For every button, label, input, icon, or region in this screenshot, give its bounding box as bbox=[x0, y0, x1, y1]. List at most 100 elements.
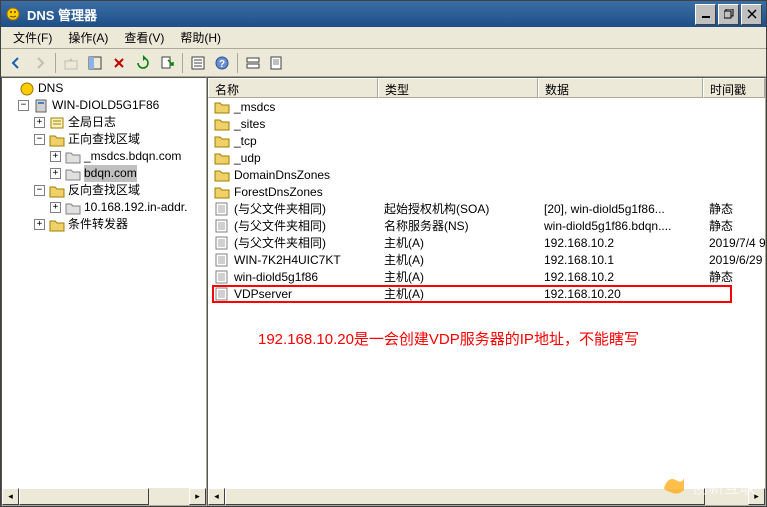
col-data[interactable]: 数据 bbox=[538, 78, 703, 98]
expand-icon[interactable]: + bbox=[34, 117, 45, 128]
cell-data: 192.168.10.1 bbox=[538, 253, 703, 267]
list-row[interactable]: ForestDnsZones bbox=[208, 183, 765, 200]
refresh-button[interactable] bbox=[132, 52, 154, 74]
expand-icon[interactable]: + bbox=[50, 151, 61, 162]
list-row[interactable]: _msdcs bbox=[208, 98, 765, 115]
cell-data: [20], win-diold5g1f86... bbox=[538, 202, 703, 216]
list-row[interactable]: _sites bbox=[208, 115, 765, 132]
restore-button[interactable] bbox=[718, 4, 739, 25]
scroll-left-button[interactable]: ◂ bbox=[2, 488, 19, 505]
cell-name: DomainDnsZones bbox=[208, 167, 378, 183]
list-row[interactable]: (与父文件夹相同)名称服务器(NS)win-diold5g1f86.bdqn..… bbox=[208, 217, 765, 234]
tree-label: 正向查找区域 bbox=[68, 131, 140, 148]
tree-global-log[interactable]: + 全局日志 bbox=[4, 114, 204, 131]
menu-file[interactable]: 文件(F) bbox=[5, 27, 60, 48]
menu-view[interactable]: 查看(V) bbox=[116, 27, 172, 48]
folder-icon bbox=[49, 217, 65, 233]
folder-icon bbox=[49, 183, 65, 199]
delete-button[interactable] bbox=[108, 52, 130, 74]
log-icon bbox=[49, 115, 65, 131]
list-row[interactable]: _tcp bbox=[208, 132, 765, 149]
record-icon bbox=[214, 286, 230, 302]
scroll-thumb[interactable] bbox=[19, 488, 149, 505]
up-button[interactable] bbox=[60, 52, 82, 74]
col-name[interactable]: 名称 bbox=[208, 78, 378, 98]
filter-button[interactable] bbox=[242, 52, 264, 74]
cell-name: (与父文件夹相同) bbox=[208, 200, 378, 217]
record-icon bbox=[214, 269, 230, 285]
scroll-thumb[interactable] bbox=[225, 488, 705, 505]
scroll-right-button[interactable]: ▸ bbox=[189, 488, 206, 505]
tree-label: bdqn.com bbox=[84, 165, 137, 182]
list-row[interactable]: DomainDnsZones bbox=[208, 166, 765, 183]
annotation-text: 192.168.10.20是一会创建VDP服务器的IP地址，不能瞎写 bbox=[258, 328, 639, 349]
tree-label: 反向查找区域 bbox=[68, 182, 140, 199]
tree-msdcs[interactable]: + _msdcs.bdqn.com bbox=[4, 148, 204, 165]
cell-timestamp: 静态 bbox=[703, 200, 765, 217]
find-button[interactable] bbox=[266, 52, 288, 74]
collapse-icon[interactable]: − bbox=[34, 185, 45, 196]
tree-hscrollbar[interactable]: ◂ ▸ bbox=[2, 488, 206, 505]
close-button[interactable] bbox=[741, 4, 762, 25]
expand-icon[interactable]: + bbox=[50, 168, 61, 179]
tree-label: 全局日志 bbox=[68, 114, 116, 131]
show-hide-button[interactable] bbox=[84, 52, 106, 74]
zone-icon bbox=[65, 200, 81, 216]
folder-icon bbox=[214, 99, 230, 115]
expand-icon[interactable]: + bbox=[50, 202, 61, 213]
list-row[interactable]: VDPserver主机(A)192.168.10.20 bbox=[208, 285, 765, 302]
list-panel[interactable]: 名称 类型 数据 时间戳 _msdcs_sites_tcp_udpDomainD… bbox=[207, 77, 766, 506]
tree-bdqn[interactable]: + bdqn.com bbox=[4, 165, 204, 182]
menu-action[interactable]: 操作(A) bbox=[60, 27, 116, 48]
record-icon bbox=[214, 252, 230, 268]
col-timestamp[interactable]: 时间戳 bbox=[703, 78, 765, 98]
tree-conditional[interactable]: + 条件转发器 bbox=[4, 216, 204, 233]
record-icon bbox=[214, 218, 230, 234]
menubar: 文件(F) 操作(A) 查看(V) 帮助(H) bbox=[1, 27, 766, 49]
cell-name: (与父文件夹相同) bbox=[208, 217, 378, 234]
tree-label: DNS bbox=[38, 80, 63, 97]
back-button[interactable] bbox=[5, 52, 27, 74]
properties-button[interactable] bbox=[187, 52, 209, 74]
tree-reverse-zone[interactable]: − 反向查找区域 bbox=[4, 182, 204, 199]
titlebar: DNS 管理器 bbox=[1, 1, 766, 27]
list-row[interactable]: WIN-7K2H4UIC7KT主机(A)192.168.10.12019/6/2… bbox=[208, 251, 765, 268]
folder-icon bbox=[214, 184, 230, 200]
help-button[interactable]: ? bbox=[211, 52, 233, 74]
cell-name: _msdcs bbox=[208, 99, 378, 115]
minimize-button[interactable] bbox=[695, 4, 716, 25]
toolbar-separator-2 bbox=[182, 53, 183, 73]
cell-type: 主机(A) bbox=[378, 234, 538, 251]
forward-button[interactable] bbox=[29, 52, 51, 74]
watermark: 创新互联 bbox=[662, 474, 756, 498]
folder-icon bbox=[214, 167, 230, 183]
cell-type: 主机(A) bbox=[378, 251, 538, 268]
cell-timestamp: 静态 bbox=[703, 268, 765, 285]
list-row[interactable]: (与父文件夹相同)主机(A)192.168.10.22019/7/4 9 bbox=[208, 234, 765, 251]
expand-icon[interactable]: + bbox=[34, 219, 45, 230]
folder-icon bbox=[214, 150, 230, 166]
tree-label: _msdcs.bdqn.com bbox=[84, 148, 181, 165]
scroll-left-button[interactable]: ◂ bbox=[208, 488, 225, 505]
list-row[interactable]: _udp bbox=[208, 149, 765, 166]
toolbar-separator-3 bbox=[237, 53, 238, 73]
cell-timestamp: 2019/7/4 9 bbox=[703, 236, 765, 250]
tree-forward-zone[interactable]: − 正向查找区域 bbox=[4, 131, 204, 148]
collapse-icon[interactable]: − bbox=[18, 100, 29, 111]
list-row[interactable]: win-diold5g1f86主机(A)192.168.10.2静态 bbox=[208, 268, 765, 285]
dns-icon bbox=[19, 81, 35, 97]
tree-root-dns[interactable]: DNS bbox=[4, 80, 204, 97]
tree-panel[interactable]: DNS − WIN-DIOLD5G1F86 + 全局日志 − 正向查找区域 + … bbox=[1, 77, 207, 506]
collapse-icon[interactable]: − bbox=[34, 134, 45, 145]
tree-server[interactable]: − WIN-DIOLD5G1F86 bbox=[4, 97, 204, 114]
tree-label: 10.168.192.in-addr. bbox=[84, 199, 187, 216]
cell-name: _tcp bbox=[208, 133, 378, 149]
export-button[interactable] bbox=[156, 52, 178, 74]
cell-name: VDPserver bbox=[208, 286, 378, 302]
col-type[interactable]: 类型 bbox=[378, 78, 538, 98]
tree-reverse-ip[interactable]: + 10.168.192.in-addr. bbox=[4, 199, 204, 216]
list-body: _msdcs_sites_tcp_udpDomainDnsZonesForest… bbox=[208, 98, 765, 302]
zone-icon bbox=[65, 166, 81, 182]
menu-help[interactable]: 帮助(H) bbox=[172, 27, 229, 48]
list-row[interactable]: (与父文件夹相同)起始授权机构(SOA)[20], win-diold5g1f8… bbox=[208, 200, 765, 217]
